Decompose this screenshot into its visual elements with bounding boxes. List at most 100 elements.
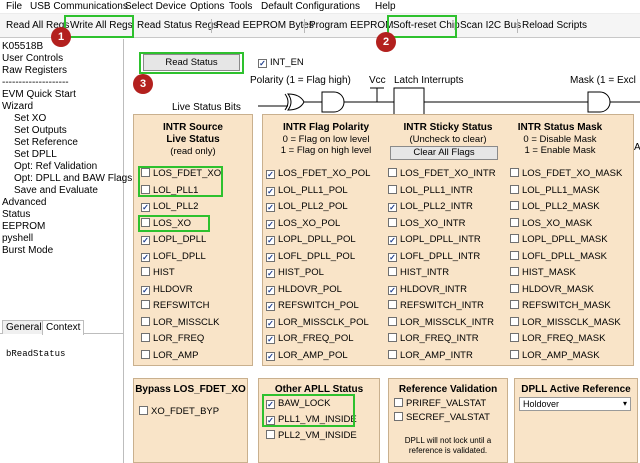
clear-all-flags-button[interactable]: Clear All Flags bbox=[390, 146, 498, 160]
polarity-item-checkbox[interactable]: ✓ bbox=[266, 302, 275, 311]
mask-item-row[interactable]: LOR_MISSCLK_MASK bbox=[510, 316, 621, 329]
sticky-item-checkbox[interactable] bbox=[388, 349, 397, 359]
sticky-item-checkbox[interactable] bbox=[388, 217, 397, 227]
dpll-active-reference-select[interactable]: Holdover ▾ bbox=[519, 397, 631, 411]
intr-source-item-row[interactable]: ✓ LOPL_DPLL bbox=[141, 234, 206, 246]
refval-item-row[interactable]: PRIREF_VALSTAT bbox=[394, 398, 486, 410]
polarity-item-checkbox[interactable]: ✓ bbox=[266, 170, 275, 179]
sticky-item-checkbox[interactable]: ✓ bbox=[388, 236, 397, 245]
sidebar-item-set-dpll[interactable]: Set DPLL bbox=[14, 149, 57, 160]
sticky-item-row[interactable]: ✓ LOL_PLL2_INTR bbox=[388, 201, 473, 213]
sticky-item-checkbox[interactable]: ✓ bbox=[388, 285, 397, 295]
bypass-item-checkbox[interactable] bbox=[139, 406, 148, 415]
sticky-item-checkbox[interactable]: ✓ bbox=[388, 252, 397, 262]
intr-source-item-checkbox[interactable]: ✓ bbox=[141, 252, 150, 262]
menu-select-device[interactable]: Select Device bbox=[125, 1, 186, 12]
polarity-item-row[interactable]: ✓ LOPL_DPLL_POL bbox=[266, 234, 356, 246]
sticky-item-checkbox[interactable] bbox=[388, 184, 397, 194]
sticky-item-checkbox[interactable] bbox=[388, 300, 397, 309]
intr-source-item-checkbox[interactable] bbox=[141, 267, 150, 276]
sidebar-item-set-xo[interactable]: Set XO bbox=[14, 113, 46, 124]
sticky-item-row[interactable]: LOS_XO_INTR bbox=[388, 217, 465, 230]
read-eeprom-bytes-button[interactable]: Read EEPROM Bytes bbox=[213, 17, 317, 35]
sticky-item-row[interactable]: LOR_FREQ_INTR bbox=[388, 333, 479, 345]
refval-item-checkbox[interactable] bbox=[394, 412, 403, 421]
intr-source-item-checkbox[interactable] bbox=[141, 349, 150, 359]
polarity-item-checkbox[interactable]: ✓ bbox=[266, 186, 275, 196]
sidebar-item-burst-mode[interactable]: Burst Mode bbox=[2, 245, 53, 256]
menu-file[interactable]: File bbox=[6, 1, 22, 12]
sticky-item-checkbox[interactable] bbox=[388, 168, 397, 177]
mask-item-row[interactable]: HLDOVR_MASK bbox=[510, 283, 594, 296]
mask-item-row[interactable]: LOR_FREQ_MASK bbox=[510, 333, 605, 345]
polarity-item-row[interactable]: ✓ REFSWITCH_POL bbox=[266, 300, 359, 312]
sidebar-item-device[interactable]: K05518B bbox=[2, 41, 43, 52]
sticky-item-row[interactable]: LOR_AMP_INTR bbox=[388, 349, 473, 362]
sticky-item-checkbox[interactable] bbox=[388, 333, 397, 342]
bypass-item-row[interactable]: XO_FDET_BYP bbox=[139, 406, 219, 418]
sidebar-item-opt-ref-validation[interactable]: Opt: Ref Validation bbox=[14, 161, 97, 172]
mask-item-checkbox[interactable] bbox=[510, 201, 519, 210]
intr-source-item-row[interactable]: LOR_FREQ bbox=[141, 333, 204, 345]
polarity-item-row[interactable]: ✓ HLDOVR_POL bbox=[266, 284, 342, 296]
sidebar-item-user-controls[interactable]: User Controls bbox=[2, 53, 63, 64]
sidebar-item-eeprom[interactable]: EEPROM bbox=[2, 221, 45, 232]
intr-source-item-checkbox[interactable]: ✓ bbox=[141, 285, 150, 295]
polarity-item-checkbox[interactable]: ✓ bbox=[266, 285, 275, 295]
sidebar-item-evm-quick-start[interactable]: EVM Quick Start bbox=[2, 89, 76, 100]
intr-source-item-checkbox[interactable]: ✓ bbox=[141, 236, 150, 245]
menu-tools[interactable]: Tools bbox=[229, 1, 252, 12]
sidebar-item-advanced[interactable]: Advanced bbox=[2, 197, 46, 208]
mask-item-row[interactable]: LOL_PLL1_MASK bbox=[510, 184, 600, 197]
sidebar-item-set-reference[interactable]: Set Reference bbox=[14, 137, 78, 148]
reload-scripts-button[interactable]: Reload Scripts bbox=[519, 17, 590, 35]
tab-context[interactable]: Context bbox=[42, 320, 85, 335]
sticky-item-row[interactable]: REFSWITCH_INTR bbox=[388, 300, 484, 312]
mask-item-row[interactable]: LOR_AMP_MASK bbox=[510, 349, 600, 362]
polarity-item-checkbox[interactable]: ✓ bbox=[266, 252, 275, 262]
mask-item-checkbox[interactable] bbox=[510, 349, 519, 359]
polarity-item-row[interactable]: ✓ LOR_FREQ_POL bbox=[266, 333, 354, 345]
mask-item-checkbox[interactable] bbox=[510, 283, 519, 293]
polarity-item-row[interactable]: ✓ LOR_MISSCLK_POL bbox=[266, 317, 369, 329]
refval-item-row[interactable]: SECREF_VALSTAT bbox=[394, 412, 490, 424]
polarity-item-checkbox[interactable]: ✓ bbox=[266, 335, 275, 344]
scan-i2c-bus-button[interactable]: Scan I2C Bus bbox=[457, 17, 524, 35]
menu-options[interactable]: Options bbox=[190, 1, 224, 12]
polarity-item-checkbox[interactable]: ✓ bbox=[266, 269, 275, 278]
refval-item-checkbox[interactable] bbox=[394, 398, 403, 407]
mask-item-checkbox[interactable] bbox=[510, 217, 519, 227]
menu-default-configurations[interactable]: Default Configurations bbox=[261, 1, 360, 12]
sidebar-item-pyshell[interactable]: pyshell bbox=[2, 233, 33, 244]
intr-source-item-row[interactable]: ✓ HLDOVR bbox=[141, 284, 193, 296]
mask-item-checkbox[interactable] bbox=[510, 168, 519, 177]
tab-general[interactable]: General bbox=[2, 320, 46, 334]
mask-item-checkbox[interactable] bbox=[510, 234, 519, 243]
apll-item-checkbox[interactable] bbox=[266, 430, 275, 439]
mask-item-checkbox[interactable] bbox=[510, 250, 519, 260]
polarity-item-row[interactable]: ✓ LOS_XO_POL bbox=[266, 218, 340, 230]
apll-item-row[interactable]: PLL2_VM_INSIDE bbox=[266, 430, 357, 442]
polarity-item-checkbox[interactable]: ✓ bbox=[266, 236, 275, 245]
sticky-item-row[interactable]: HIST_INTR bbox=[388, 267, 449, 279]
sidebar-item-wizard[interactable]: Wizard bbox=[2, 101, 33, 112]
intr-source-item-checkbox[interactable] bbox=[141, 300, 150, 309]
sticky-item-row[interactable]: LOS_FDET_XO_INTR bbox=[388, 168, 496, 180]
polarity-item-checkbox[interactable]: ✓ bbox=[266, 318, 275, 328]
mask-item-row[interactable]: LOFL_DPLL_MASK bbox=[510, 250, 607, 263]
intr-source-item-checkbox[interactable]: ✓ bbox=[141, 203, 150, 212]
menu-help[interactable]: Help bbox=[375, 1, 396, 12]
mask-item-checkbox[interactable] bbox=[510, 184, 519, 194]
menu-usb-communications[interactable]: USB Communications bbox=[30, 1, 128, 12]
intr-source-item-checkbox[interactable] bbox=[141, 333, 150, 342]
sidebar-item-save-and-evaluate[interactable]: Save and Evaluate bbox=[14, 185, 98, 196]
intr-source-item-row[interactable]: HIST bbox=[141, 267, 175, 279]
polarity-item-row[interactable]: ✓ LOFL_DPLL_POL bbox=[266, 251, 355, 263]
sticky-item-row[interactable]: LOL_PLL1_INTR bbox=[388, 184, 473, 197]
sidebar-item-status[interactable]: Status bbox=[2, 209, 30, 220]
intr-source-item-row[interactable]: ✓ LOL_PLL2 bbox=[141, 201, 198, 213]
mask-item-checkbox[interactable] bbox=[510, 300, 519, 309]
int-en-checkbox[interactable]: ✓ bbox=[258, 59, 267, 68]
sticky-item-row[interactable]: ✓ LOPL_DPLL_INTR bbox=[388, 234, 481, 246]
mask-item-checkbox[interactable] bbox=[510, 316, 519, 326]
